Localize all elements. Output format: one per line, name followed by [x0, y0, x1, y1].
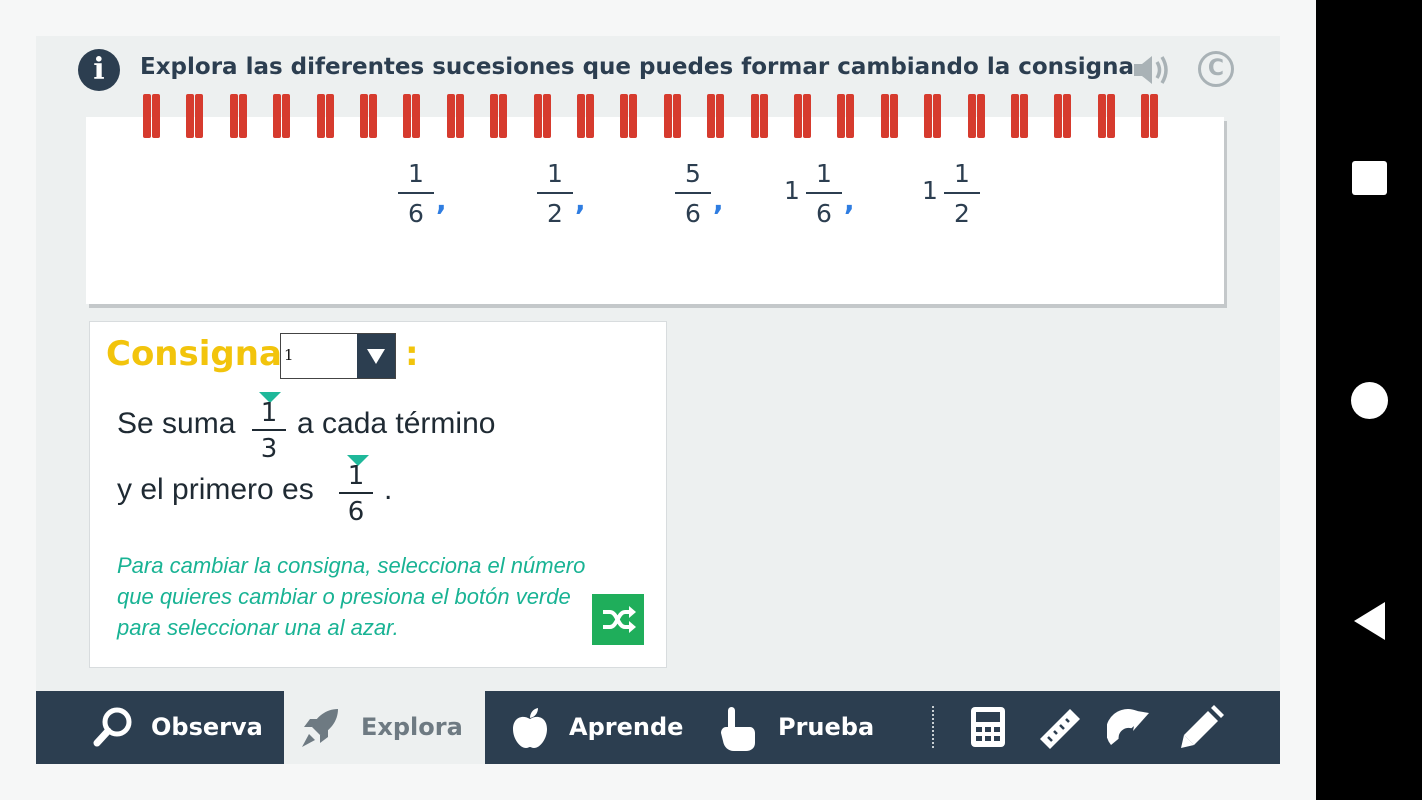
term-separator: , [436, 184, 447, 217]
term-separator: , [575, 184, 586, 217]
info-icon[interactable]: i [78, 49, 120, 91]
spiral-ring [877, 94, 901, 148]
spiral-ring [313, 94, 337, 148]
spiral-ring [140, 94, 163, 148]
rule-text-each-term: a cada término [297, 407, 496, 440]
copyright-icon[interactable]: C [1198, 51, 1234, 87]
home-button[interactable] [1351, 382, 1388, 419]
dropdown-value: 1 [284, 346, 294, 364]
apple-icon [513, 708, 547, 748]
tab-explora[interactable]: Explora [284, 691, 485, 764]
tab-prueba[interactable]: Prueba [708, 691, 908, 764]
consigna-colon: : [405, 334, 419, 374]
spiral-ring [1008, 94, 1031, 148]
fraction: 16 [398, 158, 434, 230]
pencil-icon[interactable] [1178, 705, 1224, 749]
bottom-toolbar: Observa Explora Aprende Prueba [36, 691, 1280, 764]
ruler-icon[interactable] [1036, 705, 1084, 749]
spiral-ring [487, 94, 511, 148]
increment-fraction[interactable]: 13 [252, 397, 286, 464]
fraction: 56 [675, 158, 711, 230]
tap-hand-icon [721, 707, 755, 751]
term-separator: , [844, 184, 855, 217]
whole-part: 1 [922, 176, 938, 205]
shuffle-icon [603, 606, 636, 633]
term-separator: , [713, 184, 724, 217]
spiral-ring [791, 94, 814, 148]
spiral-ring [747, 94, 771, 148]
spiral-ring [964, 94, 988, 148]
spiral-ring [1051, 94, 1075, 148]
random-button[interactable] [592, 594, 644, 645]
spiral-ring [574, 94, 597, 148]
protractor-icon[interactable] [1107, 705, 1153, 749]
speaker-icon[interactable] [1132, 53, 1172, 87]
instruction-text: Explora las diferentes sucesiones que pu… [140, 54, 1143, 80]
whole-part: 1 [784, 176, 800, 205]
tab-aprende[interactable]: Aprende [498, 691, 708, 764]
spiral-ring [530, 94, 554, 148]
spiral-ring [704, 94, 728, 148]
spiral-ring [660, 94, 684, 148]
spiral-ring [183, 94, 207, 148]
recents-button[interactable] [1352, 161, 1387, 195]
spiral-ring [400, 94, 424, 148]
fraction: 16 [806, 158, 842, 230]
dropdown-arrow-icon[interactable] [357, 334, 395, 378]
spiral-ring [226, 94, 250, 148]
back-button[interactable] [1354, 602, 1385, 640]
toolbar-divider [932, 706, 934, 748]
rule-text-period: . [384, 473, 393, 506]
spiral-ring [617, 94, 641, 148]
spiral-ring [270, 94, 294, 148]
consigna-title: Consigna [106, 334, 282, 374]
rocket-icon [302, 709, 338, 747]
spiral-ring [357, 94, 380, 148]
spiral-ring [443, 94, 467, 148]
fraction: 12 [537, 158, 573, 230]
help-text: Para cambiar la consigna, selecciona el … [117, 553, 586, 640]
fraction: 12 [944, 158, 980, 230]
rule-text-add: Se suma [117, 407, 236, 440]
spiral-ring [1094, 94, 1118, 148]
spiral-ring [1138, 94, 1162, 148]
tab-observa[interactable]: Observa [76, 691, 286, 764]
consigna-dropdown[interactable]: 1 [280, 333, 396, 379]
first-term-fraction[interactable]: 16 [339, 460, 373, 527]
spiral-ring [834, 94, 858, 148]
magnifier-icon [93, 707, 132, 747]
rule-text-first: y el primero es [117, 473, 314, 506]
calculator-icon[interactable] [969, 705, 1007, 749]
spiral-ring [921, 94, 945, 148]
